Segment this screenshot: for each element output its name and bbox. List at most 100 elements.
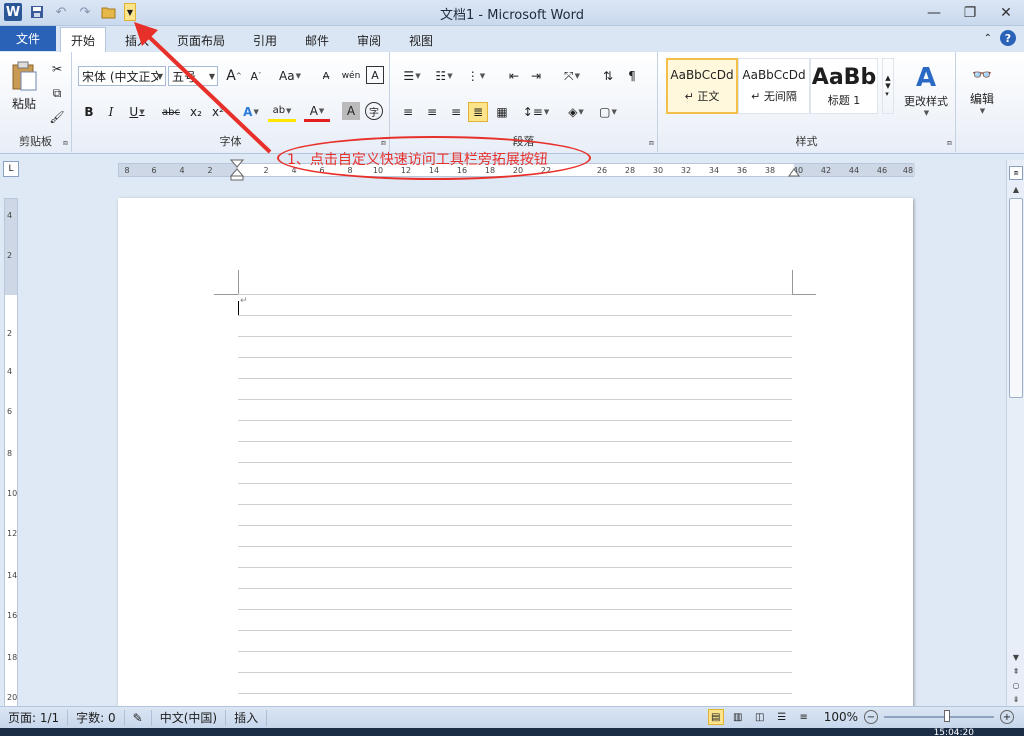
- subscript-button[interactable]: x₂: [186, 102, 206, 122]
- annotation-text: 1、点击自定义快速访问工具栏旁拓展按钮: [287, 152, 548, 168]
- document-area: ↵: [22, 183, 1004, 706]
- clipboard-launcher-icon[interactable]: ⧈: [63, 138, 68, 148]
- tab-file[interactable]: 文件: [0, 26, 56, 51]
- borders-icon[interactable]: ▢ ▼: [594, 102, 622, 122]
- tab-home[interactable]: 开始: [60, 27, 107, 52]
- strikethrough-button[interactable]: abc: [158, 102, 184, 122]
- styles-group-label: 样式: [795, 135, 818, 148]
- paste-label: 粘贴: [11, 96, 36, 111]
- character-border-icon[interactable]: A: [366, 66, 384, 84]
- title-bar: W ↶ ↷ ▼ 文档1 - Microsoft Word — ❐ ✕: [0, 0, 1024, 26]
- shading-icon[interactable]: ◈ ▼: [562, 102, 590, 122]
- styles-gallery-scroll[interactable]: ▲ ▼ ▾: [882, 58, 894, 114]
- style-heading-1[interactable]: AaBb 标题 1: [810, 58, 878, 114]
- cut-icon[interactable]: ✂: [48, 60, 66, 78]
- clear-format-icon[interactable]: A̶: [316, 66, 336, 86]
- zoom-in-icon[interactable]: +: [1000, 710, 1014, 724]
- previous-page-icon[interactable]: ⇞: [1009, 664, 1023, 678]
- shrink-font-button[interactable]: Aˇ: [246, 66, 266, 86]
- restore-button[interactable]: ❐: [952, 0, 988, 26]
- text-effects-icon[interactable]: A ▼: [238, 102, 264, 122]
- show-marks-icon[interactable]: ¶: [622, 66, 642, 86]
- zoom-out-icon[interactable]: −: [864, 710, 878, 724]
- underline-button[interactable]: U ▼: [124, 102, 150, 122]
- print-layout-view-icon[interactable]: ▤: [707, 709, 724, 725]
- chinese-layout-icon[interactable]: ⤧ ▼: [558, 66, 586, 86]
- italic-button[interactable]: I: [102, 102, 120, 122]
- zoom-slider[interactable]: [884, 710, 994, 722]
- change-styles-button[interactable]: A 更改样式 ▼: [898, 58, 954, 122]
- bullets-icon[interactable]: ☰ ▼: [398, 66, 426, 86]
- editing-button[interactable]: 👓 编辑 ▼: [962, 58, 1002, 122]
- minimize-button[interactable]: —: [916, 0, 952, 26]
- phonetic-guide-icon[interactable]: wén: [340, 66, 362, 86]
- line-spacing-icon[interactable]: ↕≡ ▼: [522, 102, 550, 122]
- format-painter-icon[interactable]: 🖌: [48, 108, 66, 126]
- proofing-icon[interactable]: ✎: [125, 709, 152, 726]
- copy-icon[interactable]: ⧉: [48, 84, 66, 102]
- close-button[interactable]: ✕: [988, 0, 1024, 26]
- decrease-indent-icon[interactable]: ⇤: [504, 66, 524, 86]
- help-icon[interactable]: ?: [1000, 30, 1016, 46]
- web-layout-icon[interactable]: ◫: [752, 709, 768, 725]
- change-case-button[interactable]: Aa ▼: [276, 66, 304, 86]
- scroll-thumb[interactable]: [1009, 198, 1023, 398]
- paste-icon: [12, 61, 37, 90]
- language-indicator[interactable]: 中文(中国): [152, 709, 227, 726]
- insert-mode-indicator[interactable]: 插入: [226, 709, 268, 726]
- text-cursor: [238, 301, 239, 315]
- distributed-icon[interactable]: ▦: [492, 102, 512, 122]
- scroll-up-icon[interactable]: ▲: [1009, 182, 1023, 196]
- tab-selector-icon[interactable]: L: [3, 161, 19, 177]
- bold-button[interactable]: B: [80, 102, 98, 122]
- align-left-icon[interactable]: ≡: [398, 102, 418, 122]
- ruler-toggle-icon[interactable]: ⧈: [1009, 166, 1023, 180]
- outline-view-icon[interactable]: ☰: [774, 709, 790, 725]
- scroll-down-icon[interactable]: ▼: [1009, 650, 1023, 664]
- right-indent-marker-icon[interactable]: [788, 165, 800, 177]
- enclose-characters-icon[interactable]: 字: [365, 102, 383, 120]
- draft-view-icon[interactable]: ≡: [796, 709, 812, 725]
- tab-references[interactable]: 引用: [243, 29, 287, 52]
- editing-group: 👓 编辑 ▼: [956, 52, 1006, 152]
- align-center-icon[interactable]: ≡: [422, 102, 442, 122]
- align-right-icon[interactable]: ≡: [446, 102, 466, 122]
- font-name-combo[interactable]: 宋体 (中文正文 ▼: [78, 66, 166, 86]
- tab-insert[interactable]: 插入: [115, 29, 159, 52]
- superscript-button[interactable]: x²: [208, 102, 228, 122]
- paste-button[interactable]: 粘贴: [6, 58, 42, 114]
- styles-launcher-icon[interactable]: ⧈: [947, 138, 952, 148]
- tab-page-layout[interactable]: 页面布局: [167, 29, 235, 52]
- next-page-icon[interactable]: ⇟: [1009, 692, 1023, 706]
- indent-marker-icon[interactable]: [230, 159, 244, 181]
- justify-icon[interactable]: ≣: [468, 102, 488, 122]
- increase-indent-icon[interactable]: ⇥: [526, 66, 546, 86]
- highlight-icon[interactable]: ab ▼: [268, 102, 296, 122]
- tab-mailings[interactable]: 邮件: [295, 29, 339, 52]
- paragraph-launcher-icon[interactable]: ⧈: [649, 138, 654, 148]
- style-no-spacing[interactable]: AaBbCcDd ↵ 无间隔: [738, 58, 810, 114]
- font-size-combo[interactable]: 五号 ▼: [168, 66, 218, 86]
- multilevel-list-icon[interactable]: ⋮ ▼: [462, 66, 490, 86]
- styles-group: AaBbCcDd ↵ 正文 AaBbCcDd ↵ 无间隔 AaBb 标题 1 ▲…: [658, 52, 956, 152]
- style-normal[interactable]: AaBbCcDd ↵ 正文: [666, 58, 738, 114]
- numbering-icon[interactable]: ☷ ▼: [430, 66, 458, 86]
- tab-review[interactable]: 审阅: [347, 29, 391, 52]
- zoom-level[interactable]: 100%: [824, 710, 858, 724]
- status-bar: 页面: 1/1 字数: 0 ✎ 中文(中国) 插入 ▤ ▥ ◫ ☰ ≡ 100%…: [0, 706, 1024, 728]
- ribbon-collapse-icon[interactable]: ⌃: [984, 33, 992, 44]
- document-page[interactable]: ↵: [118, 198, 913, 706]
- sort-icon[interactable]: ⇅: [598, 66, 618, 86]
- grow-font-button[interactable]: A ^: [224, 66, 244, 86]
- character-shading-icon[interactable]: A: [342, 102, 360, 120]
- browse-object-icon[interactable]: ○: [1009, 678, 1023, 692]
- vertical-ruler[interactable]: 4 2 2 4 6 8 10 12 14 16 18 20: [4, 198, 18, 708]
- page-count[interactable]: 页面: 1/1: [0, 709, 69, 726]
- vertical-scrollbar[interactable]: ⧈ ▲ ▼ ⇞ ○ ⇟: [1006, 160, 1024, 706]
- font-color-icon[interactable]: A ▼: [304, 102, 330, 122]
- binoculars-icon: 👓: [972, 65, 992, 84]
- word-count[interactable]: 字数: 0: [68, 709, 125, 726]
- full-screen-reading-icon[interactable]: ▥: [730, 709, 746, 725]
- taskbar: [0, 728, 1024, 736]
- tab-view[interactable]: 视图: [399, 29, 443, 52]
